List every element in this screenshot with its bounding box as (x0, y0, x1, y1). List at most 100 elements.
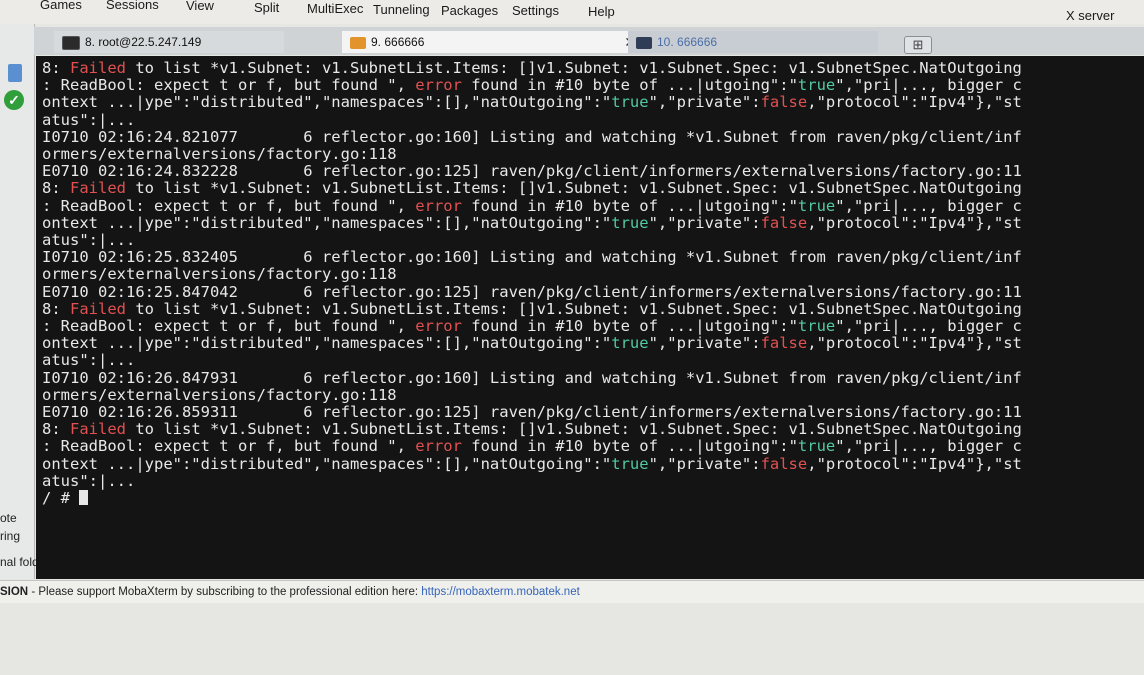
status-message: - Please support MobaXterm by subscribin… (28, 586, 422, 598)
terminal-segment: true (611, 334, 649, 353)
terminal-line: atus":|... (42, 472, 135, 490)
terminal-line: E0710 02:16:25.847042 6 reflector.go:125… (42, 283, 1022, 301)
terminal-segment: false (760, 334, 808, 353)
terminal-line: 8: Failed to list *v1.Subnet: v1.SubnetL… (42, 420, 1022, 438)
terminal-segment: ontext ...|ype":"distributed","namespace… (42, 334, 612, 353)
menu-help[interactable]: Help (588, 4, 615, 19)
terminal-segment: found in #10 byte of ...|utgoing":" (461, 76, 798, 95)
status-bar: SION - Please support MobaXterm by subsc… (0, 580, 1144, 603)
terminal-segment: : ReadBool: expect t or f, but found ", (42, 196, 416, 215)
terminal-output[interactable]: 8: Failed to list *v1.Subnet: v1.SubnetL… (36, 56, 1144, 579)
cursor (79, 490, 89, 506)
new-tab-button[interactable]: ⊞ (904, 36, 932, 54)
terminal-segment: found in #10 byte of ...|utgoing":" (461, 196, 798, 215)
tab-label: 9. 666666 (371, 35, 425, 49)
terminal-segment: true (797, 317, 836, 336)
menu-sessions[interactable]: Sessions (106, 0, 159, 12)
terminal-segment: atus":|... (42, 471, 136, 490)
terminal-line: : ReadBool: expect t or f, but found ", … (42, 197, 1022, 215)
xserver-button[interactable]: X server (1066, 8, 1114, 23)
tab-label: 10. 666666 (657, 35, 718, 49)
tab-session-8[interactable]: 8. root@22.5.247.149 (54, 31, 284, 53)
terminal-segment: true (797, 437, 836, 456)
tab-label: 8. root@22.5.247.149 (85, 35, 202, 49)
menu-settings[interactable]: Settings (512, 3, 559, 18)
terminal-segment: : ReadBool: expect t or f, but found ", (42, 76, 416, 95)
sidebar-label-2[interactable]: ring (0, 529, 20, 543)
terminal-line: : ReadBool: expect t or f, but found ", … (42, 317, 1022, 335)
terminal-segment: atus":|... (42, 351, 136, 370)
terminal-segment: 8: (42, 420, 70, 439)
terminal-line: E0710 02:16:26.859311 6 reflector.go:125… (42, 403, 1022, 421)
menu-bar: Games Sessions View Split MultiExec Tunn… (0, 0, 1144, 24)
terminal-segment: ontext ...|ype":"distributed","namespace… (42, 454, 612, 473)
status-link[interactable]: https://mobaxterm.mobatek.net (421, 586, 580, 598)
terminal-line: : ReadBool: expect t or f, but found ", … (42, 437, 1022, 455)
terminal-segment: ","pri|..., bigger c (835, 76, 1022, 95)
terminal-segment: ,"protocol":"Ipv4"},"st (807, 454, 1022, 473)
tab-session-9[interactable]: 9. 666666 ✕ (342, 31, 642, 53)
terminal-segment: ormers/externalversions/factory.go:118 (42, 385, 397, 404)
terminal-segment: E0710 02:16:25.847042 6 reflector.go:125… (42, 282, 1022, 301)
terminal-line: 8: Failed to list *v1.Subnet: v1.SubnetL… (42, 300, 1022, 318)
tab-strip: 8. root@22.5.247.149 9. 666666 ✕ 10. 666… (34, 27, 1144, 55)
sidebar-label-1[interactable]: ote (0, 511, 17, 525)
terminal-line: atus":|... (42, 111, 135, 129)
terminal-segment: ","private": (648, 93, 761, 112)
menu-packages[interactable]: Packages (441, 3, 498, 18)
shell-prompt: / # (42, 489, 80, 508)
terminal-segment: ontext ...|ype":"distributed","namespace… (42, 93, 612, 112)
terminal-line: ontext ...|ype":"distributed","namespace… (42, 214, 1022, 232)
terminal-line: 8: Failed to list *v1.Subnet: v1.SubnetL… (42, 59, 1022, 77)
terminal-line: atus":|... (42, 351, 135, 369)
terminal-segment: atus":|... (42, 231, 136, 250)
terminal-icon (636, 36, 652, 49)
menu-tunneling[interactable]: Tunneling (373, 2, 430, 17)
terminal-segment: error (415, 196, 462, 215)
menu-split[interactable]: Split (254, 0, 279, 15)
tab-session-10[interactable]: 10. 666666 (628, 31, 878, 53)
terminal-segment: atus":|... (42, 110, 136, 129)
terminal-line: I0710 02:16:24.821077 6 reflector.go:160… (42, 128, 1022, 146)
left-sidebar: ✓ ote ring nal fold (0, 24, 39, 579)
terminal-segment: true (611, 454, 649, 473)
terminal-line: I0710 02:16:26.847931 6 reflector.go:160… (42, 369, 1022, 387)
terminal-segment: ","private": (648, 334, 761, 353)
terminal-segment: Failed (70, 420, 126, 439)
terminal-segment: : ReadBool: expect t or f, but found ", (42, 437, 416, 456)
status-label: SION (0, 586, 29, 598)
terminal-line: 8: Failed to list *v1.Subnet: v1.SubnetL… (42, 179, 1022, 197)
terminal-line: I0710 02:16:25.832405 6 reflector.go:160… (42, 248, 1022, 266)
sessions-icon[interactable] (8, 64, 22, 82)
terminal-line: ormers/externalversions/factory.go:118 (42, 145, 397, 163)
terminal-segment: found in #10 byte of ...|utgoing":" (461, 317, 798, 336)
terminal-segment: ontext ...|ype":"distributed","namespace… (42, 213, 612, 232)
terminal-segment: to list *v1.Subnet: v1.SubnetList.Items:… (126, 179, 1022, 198)
terminal-line: atus":|... (42, 231, 135, 249)
terminal-segment: E0710 02:16:24.832228 6 reflector.go:125… (42, 162, 1022, 181)
terminal-segment: true (611, 213, 649, 232)
terminal-segment: 8: (42, 179, 70, 198)
terminal-segment: ,"protocol":"Ipv4"},"st (807, 93, 1022, 112)
terminal-segment: ","private": (648, 213, 761, 232)
sidebar-label-3[interactable]: nal fold (0, 555, 39, 569)
terminal-segment: Failed (70, 179, 126, 198)
terminal-segment: 8: (42, 59, 70, 77)
terminal-line: ontext ...|ype":"distributed","namespace… (42, 93, 1022, 111)
terminal-segment: ","pri|..., bigger c (835, 196, 1022, 215)
menu-multiexec[interactable]: MultiExec (307, 1, 363, 16)
terminal-line: E0710 02:16:24.832228 6 reflector.go:125… (42, 162, 1022, 180)
terminal-segment: to list *v1.Subnet: v1.SubnetList.Items:… (126, 420, 1022, 439)
terminal-segment: Failed (70, 59, 126, 77)
terminal-line: ormers/externalversions/factory.go:118 (42, 265, 397, 283)
terminal-segment: I0710 02:16:24.821077 6 reflector.go:160… (42, 127, 1022, 146)
terminal-segment: ormers/externalversions/factory.go:118 (42, 265, 397, 284)
menu-games[interactable]: Games (40, 0, 82, 12)
checkmark-icon[interactable]: ✓ (4, 90, 24, 110)
menu-view[interactable]: View (186, 0, 214, 13)
terminal-segment: false (760, 213, 808, 232)
terminal-text: 8: Failed to list *v1.Subnet: v1.SubnetL… (36, 56, 1144, 507)
terminal-segment: error (415, 76, 462, 95)
terminal-segment: error (415, 317, 462, 336)
terminal-segment: error (415, 437, 462, 456)
